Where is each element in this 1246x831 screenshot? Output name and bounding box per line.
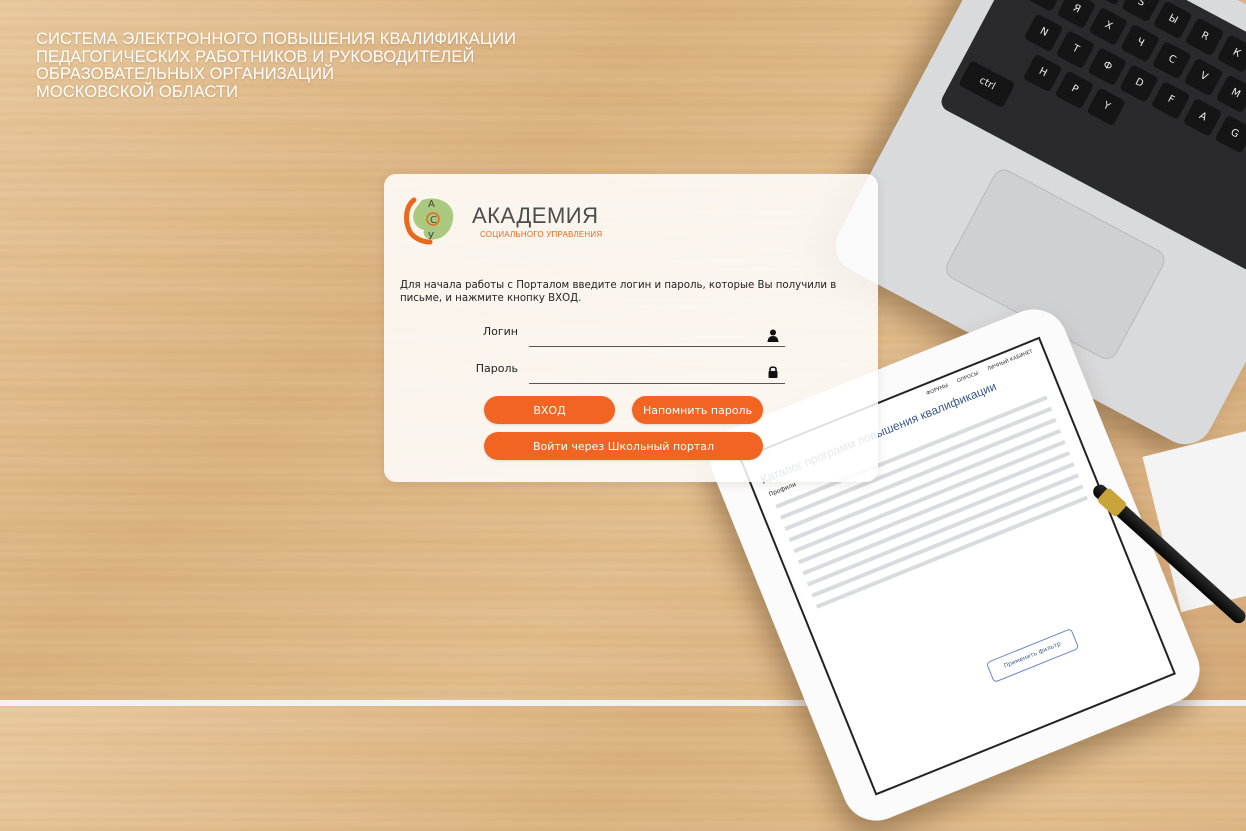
password-input[interactable]: [529, 364, 785, 384]
keyboard-key: V: [1183, 57, 1224, 97]
keyboard-key: D: [1119, 64, 1159, 103]
user-icon: [767, 329, 779, 342]
keyboard-key: Ч: [1120, 23, 1160, 63]
logo-letter: А: [428, 199, 435, 210]
logo-name: АКАДЕМИЯ: [472, 203, 599, 228]
lock-icon: [768, 366, 778, 378]
keyboard-key: А: [1182, 97, 1223, 137]
site-title-line: ОБРАЗОВАТЕЛЬНЫХ ОРГАНИЗАЦИЙ: [36, 65, 335, 83]
site-title: СИСТЕМА ЭЛЕКТРОННОГО ПОВЫШЕНИЯ КВАЛИФИКА…: [36, 30, 517, 101]
keyboard-key: Т: [1055, 30, 1096, 70]
keyboard-key: F: [1150, 80, 1191, 120]
keyboard-key: Я: [1056, 0, 1097, 29]
keyboard-key: X: [1088, 6, 1129, 46]
logo-letter: У: [428, 231, 434, 242]
site-title-line: СИСТЕМА ЭЛЕКТРОННОГО ПОВЫШЕНИЯ КВАЛИФИКА…: [36, 30, 517, 48]
remind-password-button[interactable]: Напомнить пароль: [632, 396, 763, 424]
academy-logo-icon: А С У: [404, 197, 454, 245]
keyboard-key: G: [1214, 114, 1246, 154]
login-input[interactable]: [529, 327, 785, 347]
keyboard-key: N: [1023, 13, 1064, 53]
keyboard-key: Р: [1054, 70, 1095, 110]
site-title-line: ПЕДАГОГИЧЕСКИХ РАБОТНИКОВ И РУКОВОДИТЕЛЕ…: [36, 47, 475, 66]
keyboard-key: Ы: [1152, 0, 1193, 40]
keyboard-key: H: [1022, 53, 1063, 93]
password-label: Пароль: [475, 362, 518, 375]
logo-subtitle: социального управления: [480, 230, 603, 239]
keyboard-key: Y: [1086, 87, 1127, 127]
keyboard-key: Ф: [1087, 47, 1128, 86]
login-card: А С У АКАДЕМИЯ социального управления Дл…: [384, 174, 878, 482]
keyboard-key: М: [1215, 74, 1246, 114]
login-label: Логин: [482, 325, 518, 338]
academy-logo: А С У АКАДЕМИЯ социального управления: [400, 190, 660, 250]
login-instructions: Для начала работы с Порталом введите лог…: [400, 280, 837, 304]
school-portal-login-button[interactable]: Войти через Школьный портал: [484, 432, 763, 460]
submit-button[interactable]: ВХОД: [484, 396, 615, 424]
keyboard-key: C: [1151, 40, 1192, 80]
tablet-apply-filter: Применить фильтр: [985, 628, 1080, 683]
keyboard-key: К: [1216, 34, 1246, 74]
site-title-line: МОСКОВСКОЙ ОБЛАСТИ: [36, 82, 239, 101]
keyboard-key: ctrl: [958, 60, 1016, 109]
keyboard-key: R: [1184, 17, 1225, 57]
